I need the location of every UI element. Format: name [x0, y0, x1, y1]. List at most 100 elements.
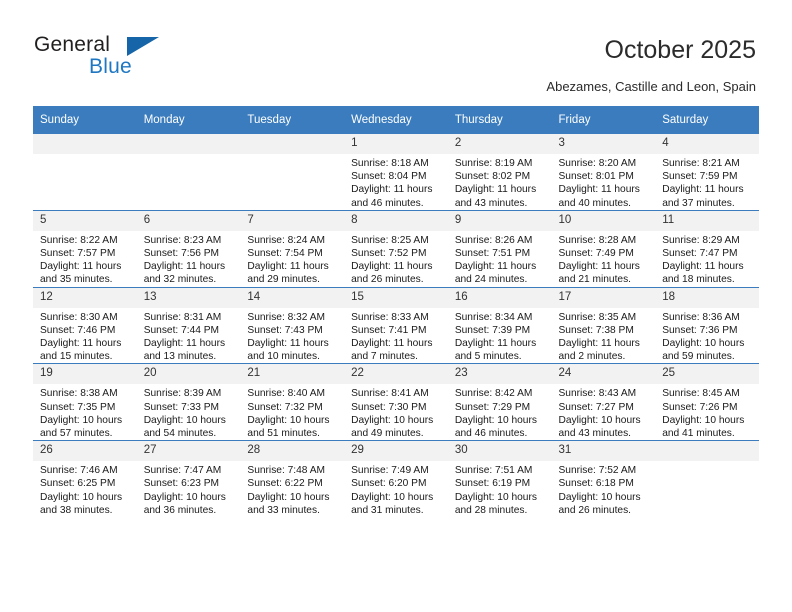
- day-number: 26: [33, 441, 137, 462]
- day-info-daylight-line1: Daylight: 11 hours: [143, 338, 226, 350]
- calendar-day-cell[interactable]: 30 Sunrise: 7:51 AM Sunset: 6:19 PM Dayligh…: [447, 440, 552, 518]
- day-info-sunrise: Sunrise: 8:29 AM: [662, 234, 740, 246]
- calendar-day-cell[interactable]: 11 Sunrise: 8:29 AM Sunset: 7:47 PM Dayligh…: [655, 209, 759, 288]
- day-info-sunset: Sunset: 8:01 PM: [558, 171, 634, 183]
- day-info-daylight-line2: and 15 minutes.: [40, 351, 113, 363]
- calendar-day-cell[interactable]: 16 Sunrise: 8:34 AM Sunset: 7:39 PM Dayligh…: [447, 286, 552, 364]
- calendar-day-cell[interactable]: 14 Sunrise: 8:32 AM Sunset: 7:43 PM Dayligh…: [240, 286, 345, 364]
- day-sun-info: Sunrise: 8:28 AM Sunset: 7:49 PM Daylight:…: [552, 231, 656, 287]
- day-info-daylight-line1: Daylight: 11 hours: [662, 184, 744, 196]
- day-info-daylight-line1: Daylight: 10 hours: [247, 414, 330, 426]
- day-number: 15: [344, 287, 448, 308]
- day-info-sunset: Sunset: 8:04 PM: [351, 171, 427, 183]
- calendar-day-cell[interactable]: 4 Sunrise: 8:21 AM Sunset: 7:59 PM Daylight…: [655, 134, 759, 211]
- general-blue-logo[interactable]: General Blue: [34, 33, 234, 83]
- day-info-daylight-line2: and 7 minutes.: [351, 351, 418, 363]
- calendar-day-cell[interactable]: 25 Sunrise: 8:45 AM Sunset: 7:26 PM Dayligh…: [655, 363, 759, 441]
- day-info-sunrise: Sunrise: 8:28 AM: [558, 234, 637, 246]
- day-sun-info: Sunrise: 7:48 AM Sunset: 6:22 PM Daylight:…: [240, 461, 344, 517]
- day-sun-info: Sunrise: 8:41 AM Sunset: 7:30 PM Daylight:…: [344, 384, 448, 440]
- day-info-sunrise: Sunrise: 8:22 AM: [40, 234, 118, 246]
- day-number: 6: [136, 210, 241, 231]
- day-info-daylight-line1: Daylight: 11 hours: [454, 261, 537, 273]
- calendar-day-cell[interactable]: 1 Sunrise: 8:18 AM Sunset: 8:04 PM Daylight…: [344, 134, 448, 211]
- weekday-header-friday: Friday: [551, 106, 656, 134]
- day-info-daylight-line1: Daylight: 11 hours: [662, 261, 744, 273]
- day-info-sunset: Sunset: 7:36 PM: [662, 324, 738, 336]
- day-info-daylight-line2: and 57 minutes.: [40, 428, 113, 440]
- day-info-sunrise: Sunrise: 8:33 AM: [351, 311, 429, 323]
- day-info-daylight-line1: Daylight: 10 hours: [143, 414, 226, 426]
- day-sun-info: Sunrise: 8:22 AM Sunset: 7:57 PM Daylight:…: [33, 231, 137, 287]
- calendar-day-cell[interactable]: 7 Sunrise: 8:24 AM Sunset: 7:54 PM Daylight…: [240, 209, 345, 288]
- day-info-daylight-line2: and 35 minutes.: [40, 274, 113, 286]
- day-sun-info: Sunrise: 8:42 AM Sunset: 7:29 PM Daylight:…: [448, 384, 552, 440]
- day-info-sunrise: Sunrise: 8:36 AM: [662, 311, 740, 323]
- day-info-sunrise: Sunrise: 7:51 AM: [454, 465, 533, 477]
- calendar-day-cell[interactable]: 22 Sunrise: 8:41 AM Sunset: 7:30 PM Dayligh…: [344, 363, 448, 441]
- calendar-day-cell[interactable]: 24 Sunrise: 8:43 AM Sunset: 7:27 PM Dayligh…: [551, 363, 656, 441]
- day-info-daylight-line1: Daylight: 11 hours: [143, 261, 226, 273]
- day-info-sunset: Sunset: 7:33 PM: [143, 401, 220, 413]
- day-number: 1: [344, 134, 448, 154]
- calendar-day-cell[interactable]: 29 Sunrise: 7:49 AM Sunset: 6:20 PM Dayligh…: [344, 440, 448, 518]
- day-sun-info: Sunrise: 7:51 AM Sunset: 6:19 PM Daylight:…: [448, 461, 552, 517]
- day-info-daylight-line2: and 33 minutes.: [247, 504, 320, 516]
- calendar-day-cell[interactable]: 20 Sunrise: 8:39 AM Sunset: 7:33 PM Dayligh…: [136, 363, 241, 441]
- day-info-daylight-line1: Daylight: 11 hours: [558, 184, 640, 196]
- day-sun-info: Sunrise: 8:43 AM Sunset: 7:27 PM Daylight:…: [552, 384, 656, 440]
- day-number: 11: [655, 210, 759, 231]
- calendar-header-row: Sunday Monday Tuesday Wednesday Thursday…: [33, 106, 759, 134]
- calendar-day-cell[interactable]: 2 Sunrise: 8:19 AM Sunset: 8:02 PM Daylight…: [447, 134, 552, 211]
- day-info-sunset: Sunset: 7:26 PM: [662, 401, 738, 413]
- day-number: 14: [240, 287, 345, 308]
- day-sun-info: Sunrise: 8:24 AM Sunset: 7:54 PM Daylight:…: [240, 231, 344, 287]
- calendar-day-cell[interactable]: 28 Sunrise: 7:48 AM Sunset: 6:22 PM Dayligh…: [240, 440, 345, 518]
- day-info-daylight-line1: Daylight: 11 hours: [247, 261, 329, 273]
- calendar-day-cell[interactable]: 26 Sunrise: 7:46 AM Sunset: 6:25 PM Dayligh…: [33, 440, 137, 518]
- day-sun-info: Sunrise: 8:33 AM Sunset: 7:41 PM Daylight:…: [344, 308, 448, 364]
- calendar-day-cell[interactable]: 3 Sunrise: 8:20 AM Sunset: 8:01 PM Daylight…: [551, 134, 656, 211]
- calendar-day-cell[interactable]: 23 Sunrise: 8:42 AM Sunset: 7:29 PM Dayligh…: [447, 363, 552, 441]
- calendar-day-cell[interactable]: 17 Sunrise: 8:35 AM Sunset: 7:38 PM Dayligh…: [551, 286, 656, 364]
- day-info-sunset: Sunset: 7:32 PM: [247, 401, 323, 413]
- day-info-daylight-line1: Daylight: 11 hours: [247, 338, 329, 350]
- logo-text-blue: Blue: [89, 55, 132, 78]
- calendar-day-cell[interactable]: 21 Sunrise: 8:40 AM Sunset: 7:32 PM Dayligh…: [240, 363, 345, 441]
- calendar-day-cell[interactable]: 18 Sunrise: 8:36 AM Sunset: 7:36 PM Dayligh…: [655, 286, 759, 364]
- calendar-week-row: 26 Sunrise: 7:46 AM Sunset: 6:25 PM Dayligh…: [33, 440, 759, 518]
- calendar-day-cell[interactable]: 5 Sunrise: 8:22 AM Sunset: 7:57 PM Daylight…: [33, 209, 137, 288]
- day-sun-info: Sunrise: 8:40 AM Sunset: 7:32 PM Daylight:…: [240, 384, 344, 440]
- day-info-sunrise: Sunrise: 8:43 AM: [558, 388, 637, 400]
- day-info-sunrise: Sunrise: 8:31 AM: [143, 311, 222, 323]
- calendar-day-cell[interactable]: 31 Sunrise: 7:52 AM Sunset: 6:18 PM Dayligh…: [551, 440, 656, 518]
- day-number: [136, 134, 241, 154]
- calendar-day-cell[interactable]: 27 Sunrise: 7:47 AM Sunset: 6:23 PM Dayligh…: [136, 440, 241, 518]
- calendar-day-cell[interactable]: 13 Sunrise: 8:31 AM Sunset: 7:44 PM Dayligh…: [136, 286, 241, 364]
- day-info-daylight-line2: and 43 minutes.: [558, 428, 632, 440]
- calendar-day-cell[interactable]: 19 Sunrise: 8:38 AM Sunset: 7:35 PM Dayligh…: [33, 363, 137, 441]
- day-info-sunrise: Sunrise: 8:35 AM: [558, 311, 637, 323]
- day-info-sunrise: Sunrise: 8:18 AM: [351, 158, 429, 169]
- day-info-daylight-line2: and 2 minutes.: [558, 351, 626, 363]
- calendar-day-cell[interactable]: 8 Sunrise: 8:25 AM Sunset: 7:52 PM Daylight…: [344, 209, 448, 288]
- calendar-day-cell[interactable]: 10 Sunrise: 8:28 AM Sunset: 7:49 PM Dayligh…: [551, 209, 656, 288]
- day-info-sunrise: Sunrise: 8:25 AM: [351, 234, 429, 246]
- day-sun-info: Sunrise: 7:46 AM Sunset: 6:25 PM Daylight:…: [33, 461, 137, 517]
- calendar-day-cell[interactable]: 9 Sunrise: 8:26 AM Sunset: 7:51 PM Daylight…: [447, 209, 552, 288]
- day-number: [240, 134, 345, 154]
- day-info-daylight-line1: Daylight: 10 hours: [454, 414, 537, 426]
- day-number: 19: [33, 364, 137, 385]
- day-number: 4: [655, 134, 759, 154]
- day-info-daylight-line2: and 21 minutes.: [558, 274, 632, 286]
- calendar-day-cell[interactable]: 12 Sunrise: 8:30 AM Sunset: 7:46 PM Dayligh…: [33, 286, 137, 364]
- day-number: 24: [551, 364, 656, 385]
- day-sun-info: Sunrise: 8:20 AM Sunset: 8:01 PM Daylight:…: [552, 154, 656, 210]
- day-info-daylight-line1: Daylight: 11 hours: [40, 338, 122, 350]
- day-info-sunrise: Sunrise: 8:41 AM: [351, 388, 429, 400]
- calendar-day-cell[interactable]: 6 Sunrise: 8:23 AM Sunset: 7:56 PM Daylight…: [136, 209, 241, 288]
- day-info-sunset: Sunset: 7:35 PM: [40, 401, 116, 413]
- calendar-day-cell[interactable]: 15 Sunrise: 8:33 AM Sunset: 7:41 PM Dayligh…: [344, 286, 448, 364]
- weekday-header-monday: Monday: [136, 106, 241, 134]
- day-info-daylight-line2: and 31 minutes.: [351, 504, 424, 516]
